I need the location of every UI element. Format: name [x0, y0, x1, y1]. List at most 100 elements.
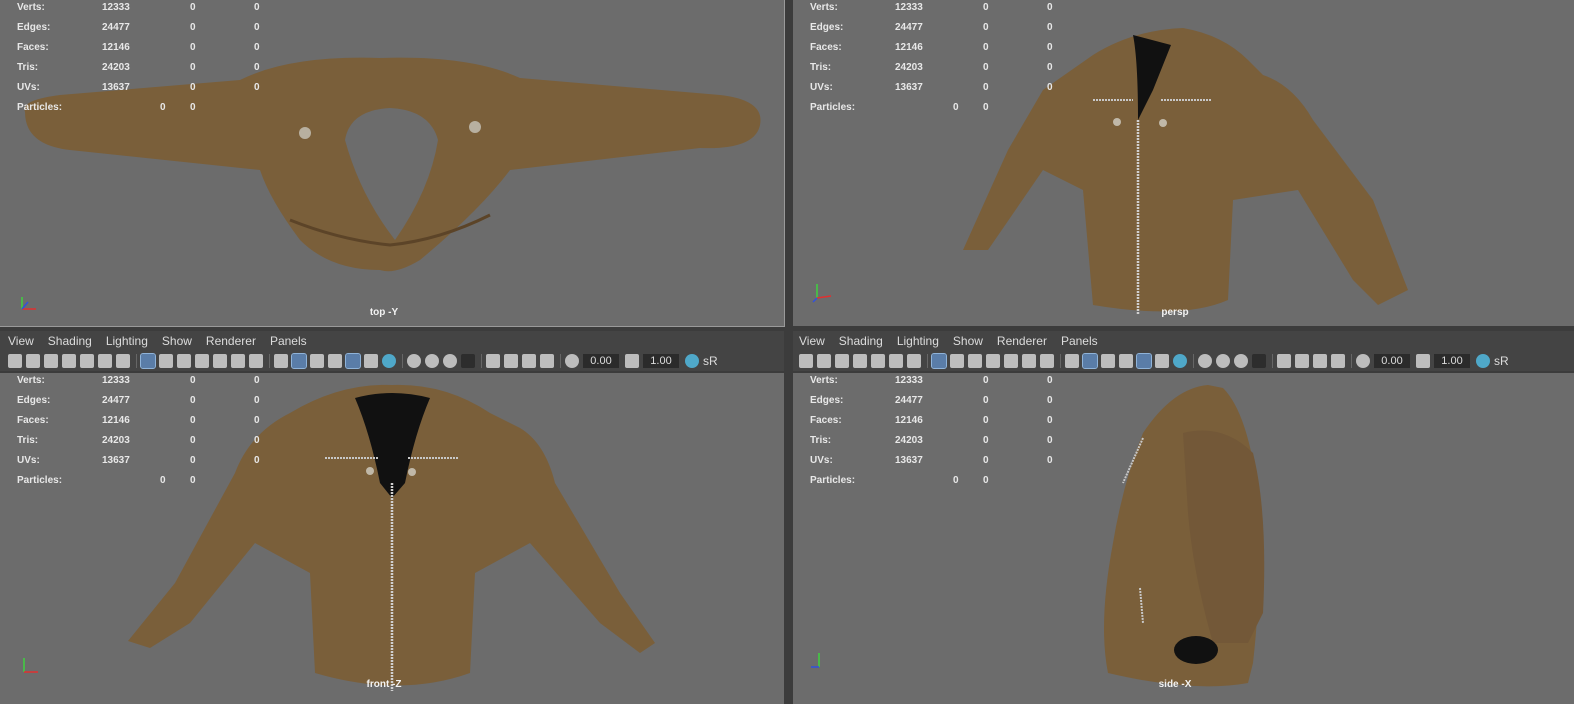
textured-icon[interactable]: [328, 353, 342, 368]
menu-panels[interactable]: Panels: [270, 334, 307, 348]
exposure-icon[interactable]: [565, 353, 579, 368]
pencil-icon[interactable]: [116, 353, 130, 368]
camera-select-icon[interactable]: [8, 353, 22, 368]
resolution-gate-icon[interactable]: [968, 353, 982, 368]
hud-value-component: 0: [1047, 22, 1053, 33]
textured-icon[interactable]: [1119, 353, 1133, 368]
xray-components-icon[interactable]: [1331, 353, 1345, 368]
grid-icon[interactable]: [931, 352, 947, 369]
toolbar-separator: [136, 353, 137, 368]
bookmark-icon[interactable]: [44, 353, 58, 368]
exposure-field[interactable]: 0.00: [583, 353, 619, 368]
menu-view[interactable]: View: [8, 334, 34, 348]
color-management-label[interactable]: sR: [1494, 354, 1509, 368]
ambient-occlusion-icon[interactable]: [1198, 353, 1212, 368]
hud-value-object: 12146: [102, 42, 130, 53]
safe-title-icon[interactable]: [1040, 353, 1054, 368]
grid-icon[interactable]: [140, 352, 156, 369]
resolution-gate-icon[interactable]: [177, 353, 191, 368]
menu-shading[interactable]: Shading: [839, 334, 883, 348]
film-gate-icon[interactable]: [950, 353, 964, 368]
camera-label-front: front -Z: [366, 679, 402, 690]
menu-view[interactable]: View: [799, 334, 825, 348]
gamma-field[interactable]: 1.00: [1434, 353, 1470, 368]
menu-show[interactable]: Show: [953, 334, 983, 348]
shadows-icon[interactable]: [382, 353, 396, 368]
film-gate-icon[interactable]: [159, 353, 173, 368]
menu-renderer[interactable]: Renderer: [206, 334, 256, 348]
wireframe-on-shaded-icon[interactable]: [345, 352, 361, 369]
motion-blur-icon[interactable]: [1216, 353, 1230, 368]
safe-title-icon[interactable]: [249, 353, 263, 368]
xray-joints-icon[interactable]: [1313, 353, 1327, 368]
hud-label: Faces:: [810, 42, 842, 53]
image-plane-icon[interactable]: [853, 353, 867, 368]
menu-panels[interactable]: Panels: [1061, 334, 1098, 348]
camera-attributes-icon[interactable]: [26, 353, 40, 368]
isolate-select-icon[interactable]: [1277, 353, 1291, 368]
wireframe-icon[interactable]: [1065, 353, 1079, 368]
depth-of-field-icon[interactable]: [461, 353, 475, 368]
hud-value-component: 0: [254, 62, 260, 73]
ambient-occlusion-icon[interactable]: [407, 353, 421, 368]
xray-components-icon[interactable]: [540, 353, 554, 368]
gamma-icon[interactable]: [1416, 353, 1430, 368]
grease-pencil-icon[interactable]: [80, 353, 94, 368]
safe-action-icon[interactable]: [1022, 353, 1036, 368]
default-material-icon[interactable]: [310, 353, 324, 368]
default-material-icon[interactable]: [1101, 353, 1115, 368]
menu-renderer[interactable]: Renderer: [997, 334, 1047, 348]
depth-of-field-icon[interactable]: [1252, 353, 1266, 368]
viewport-side[interactable]: Verts: 12333 0 0 Edges: 24477 0 0 Faces: 12146 0 0 T…: [793, 373, 1574, 704]
gate-mask-icon[interactable]: [195, 353, 209, 368]
anti-aliasing-icon[interactable]: [443, 353, 457, 368]
grease-pencil-icon[interactable]: [871, 353, 885, 368]
hud-value-selected: 0: [190, 102, 196, 113]
isolate-select-icon[interactable]: [486, 353, 500, 368]
camera-label-persp: persp: [1161, 307, 1189, 318]
viewport-front[interactable]: Verts: 12333 0 0 Edges: 24477 0 0 Faces: 12146 0 0 T…: [0, 373, 784, 704]
hud-value-component: 0: [1047, 455, 1053, 466]
xray-joints-icon[interactable]: [522, 353, 536, 368]
field-chart-icon[interactable]: [1004, 353, 1018, 368]
color-management-label[interactable]: sR: [703, 354, 718, 368]
lighting-icon[interactable]: [1155, 353, 1169, 368]
anti-aliasing-icon[interactable]: [1234, 353, 1248, 368]
motion-blur-icon[interactable]: [425, 353, 439, 368]
menu-lighting[interactable]: Lighting: [897, 334, 939, 348]
viewport-persp[interactable]: Verts: 12333 0 0 Edges: 24477 0 0 Faces: 12146 0 0 T…: [793, 0, 1574, 326]
2d-pan-zoom-icon[interactable]: [98, 353, 112, 368]
wireframe-icon[interactable]: [274, 353, 288, 368]
color-management-icon[interactable]: [685, 353, 699, 368]
gamma-icon[interactable]: [625, 353, 639, 368]
shadows-icon[interactable]: [1173, 353, 1187, 368]
hud-label: Edges:: [810, 22, 844, 33]
menu-shading[interactable]: Shading: [48, 334, 92, 348]
image-plane-icon[interactable]: [62, 353, 76, 368]
smooth-shade-icon[interactable]: [291, 352, 307, 369]
wireframe-on-shaded-icon[interactable]: [1136, 352, 1152, 369]
viewport-top[interactable]: Verts: 12333 0 0 Edges: 24477 0 0 Faces: 12146 0 0 T…: [0, 0, 785, 327]
field-chart-icon[interactable]: [213, 353, 227, 368]
menu-lighting[interactable]: Lighting: [106, 334, 148, 348]
gamma-field[interactable]: 1.00: [643, 353, 679, 368]
hud-value-component: 0: [1047, 2, 1053, 13]
exposure-field[interactable]: 0.00: [1374, 353, 1410, 368]
gate-mask-icon[interactable]: [986, 353, 1000, 368]
menu-show[interactable]: Show: [162, 334, 192, 348]
bookmark-icon[interactable]: [835, 353, 849, 368]
xray-icon[interactable]: [504, 353, 518, 368]
hud-value-selected: 0: [190, 435, 196, 446]
smooth-shade-icon[interactable]: [1082, 352, 1098, 369]
camera-select-icon[interactable]: [799, 353, 813, 368]
hud-value-component: 0: [254, 42, 260, 53]
color-management-icon[interactable]: [1476, 353, 1490, 368]
exposure-icon[interactable]: [1356, 353, 1370, 368]
xray-icon[interactable]: [1295, 353, 1309, 368]
lighting-icon[interactable]: [364, 353, 378, 368]
camera-attributes-icon[interactable]: [817, 353, 831, 368]
safe-action-icon[interactable]: [231, 353, 245, 368]
hud-value-object: 13637: [895, 82, 923, 93]
2d-pan-zoom-icon[interactable]: [889, 353, 903, 368]
pencil-icon[interactable]: [907, 353, 921, 368]
